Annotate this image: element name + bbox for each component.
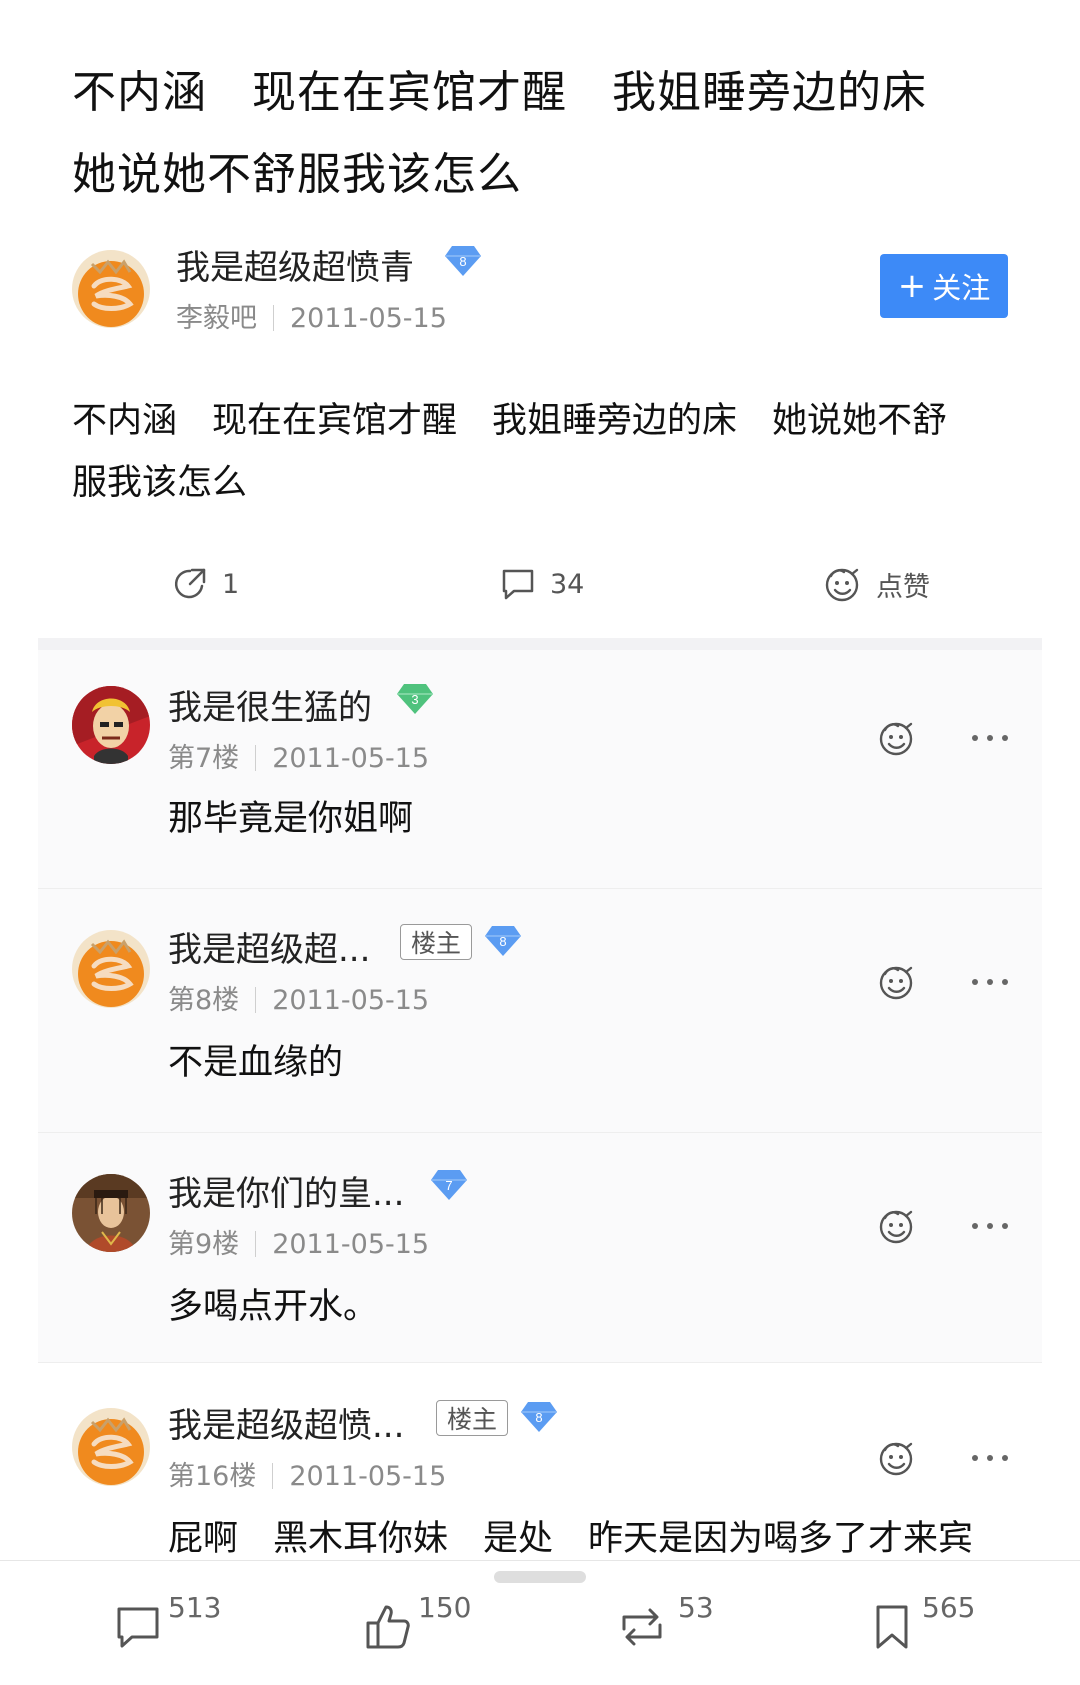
post-meta: 李毅吧 2011-05-15 <box>176 296 447 335</box>
bottom-like-button[interactable]: 150 <box>364 1591 484 1661</box>
orange-avatar-icon <box>72 930 150 1008</box>
comment-text: 屁啊 黑木耳你妹 是处 昨天是因为喝多了才来宾 <box>168 1519 974 1559</box>
forum-name[interactable]: 李毅吧 <box>176 303 257 334</box>
follow-label: 关注 <box>932 271 991 305</box>
svg-text:8: 8 <box>499 934 506 949</box>
commenter-avatar[interactable] <box>72 1174 150 1252</box>
share-icon <box>174 568 206 599</box>
bottom-reposts-count: 53 <box>678 1591 714 1624</box>
repost-icon <box>622 1608 662 1646</box>
floor-number: 第9楼 <box>168 1229 240 1260</box>
level-badge: 3 <box>396 682 434 716</box>
share-action[interactable]: 1 <box>172 560 239 608</box>
meta-separator <box>255 987 257 1013</box>
drag-handle[interactable] <box>494 1571 586 1583</box>
level-badge: 8 <box>520 1400 558 1434</box>
meta-separator <box>255 745 257 771</box>
comment-bubble-icon <box>117 1607 159 1648</box>
like-face-icon[interactable] <box>876 1438 916 1478</box>
commenter-name[interactable]: 我是很生猛的 <box>168 680 372 729</box>
floor-number: 第8楼 <box>168 985 240 1016</box>
comment-icon <box>502 569 534 600</box>
orange-avatar-icon <box>72 250 150 328</box>
floor-number: 第16楼 <box>168 1461 257 1492</box>
comment-text: 多喝点开水。 <box>168 1287 379 1327</box>
comment-divider <box>38 1132 1042 1133</box>
comment-date: 2011-05-15 <box>272 1229 430 1260</box>
meta-separator <box>272 1463 274 1489</box>
op-tag: 楼主 <box>436 1400 509 1436</box>
author-avatar[interactable] <box>72 250 150 328</box>
post-date: 2011-05-15 <box>290 303 447 334</box>
comment-divider <box>38 888 1042 889</box>
comment-meta: 第8楼 2011-05-15 <box>168 978 429 1017</box>
bottom-comments-count: 513 <box>168 1591 222 1624</box>
svg-text:8: 8 <box>535 1410 542 1425</box>
op-tag: 楼主 <box>400 924 473 960</box>
share-count: 1 <box>222 568 240 600</box>
svg-text:8: 8 <box>459 254 466 269</box>
commenter-avatar[interactable] <box>72 686 150 764</box>
comment-meta: 第9楼 2011-05-15 <box>168 1222 429 1261</box>
meta-separator <box>273 305 274 331</box>
floor-number: 第7楼 <box>168 743 240 774</box>
more-options-icon[interactable] <box>972 1221 1008 1231</box>
bottom-likes-count: 150 <box>418 1591 472 1624</box>
like-face-icon[interactable] <box>876 1206 916 1246</box>
commenter-name[interactable]: 我是你们的皇... <box>168 1166 404 1215</box>
orange-avatar-icon <box>72 1408 150 1486</box>
comment-date: 2011-05-15 <box>272 985 430 1016</box>
comment-count: 34 <box>550 568 585 600</box>
more-options-icon[interactable] <box>972 733 1008 743</box>
follow-button[interactable]: + 关注 <box>880 254 1008 318</box>
plus-icon: + <box>897 266 927 306</box>
comment-date: 2011-05-15 <box>289 1461 447 1492</box>
like-face-icon[interactable] <box>876 962 916 1002</box>
level-badge: 7 <box>430 1168 468 1202</box>
comment-text: 那毕竟是你姐啊 <box>168 799 414 839</box>
like-label: 点赞 <box>876 571 930 603</box>
like-face-icon <box>825 568 859 602</box>
bottom-comments-button[interactable]: 513 <box>114 1591 234 1661</box>
comment-meta: 第16楼 2011-05-15 <box>168 1454 446 1493</box>
bottom-repost-button[interactable]: 53 <box>616 1591 736 1661</box>
section-divider <box>38 638 1042 650</box>
level-badge: 8 <box>484 924 522 958</box>
commenter-avatar[interactable] <box>72 930 150 1008</box>
like-face-icon[interactable] <box>876 718 916 758</box>
diamond-level-icon: 3 <box>397 684 433 714</box>
more-options-icon[interactable] <box>972 977 1008 987</box>
post-title: 不内涵 现在在宾馆才醒 我姐睡旁边的床 她说她不舒服我该怎么 <box>72 67 927 200</box>
emperor-avatar-icon <box>72 1174 150 1252</box>
comment-date: 2011-05-15 <box>272 743 430 774</box>
meta-separator <box>255 1231 257 1257</box>
bottom-favorites-count: 565 <box>922 1591 976 1624</box>
bottom-favorite-button[interactable]: 565 <box>868 1591 988 1661</box>
comment-text: 不是血缘的 <box>168 1043 344 1083</box>
thumbs-up-icon <box>366 1605 410 1649</box>
like-action[interactable]: 点赞 <box>822 560 930 608</box>
comment-divider <box>38 1362 1042 1363</box>
diamond-level-icon: 8 <box>485 926 521 956</box>
diamond-level-icon: 8 <box>521 1402 557 1432</box>
author-name[interactable]: 我是超级超愤青 <box>176 240 414 289</box>
more-options-icon[interactable] <box>972 1453 1008 1463</box>
commenter-avatar[interactable] <box>72 1408 150 1486</box>
post-body: 不内涵 现在在宾馆才醒 我姐睡旁边的床 她说她不舒 服我该怎么 <box>72 401 948 503</box>
svg-text:7: 7 <box>445 1178 452 1193</box>
comment-meta: 第7楼 2011-05-15 <box>168 736 429 775</box>
bookmark-icon <box>876 1605 908 1649</box>
commenter-name[interactable]: 我是超级超... <box>168 922 370 971</box>
post-detail-page: 不内涵 现在在宾馆才醒 我姐睡旁边的床 她说她不舒服我该怎么 我是超级超愤青 8… <box>0 0 1080 1685</box>
level-badge: 8 <box>444 244 482 278</box>
commenter-name[interactable]: 我是超级超愤... <box>168 1398 404 1447</box>
diamond-level-icon: 8 <box>445 246 481 276</box>
comment-action[interactable]: 34 <box>500 560 584 608</box>
svg-text:3: 3 <box>411 692 418 707</box>
bottom-toolbar: 513 150 53 565 <box>0 1560 1080 1685</box>
diamond-level-icon: 7 <box>431 1170 467 1200</box>
cartoon-avatar-icon <box>72 686 150 764</box>
